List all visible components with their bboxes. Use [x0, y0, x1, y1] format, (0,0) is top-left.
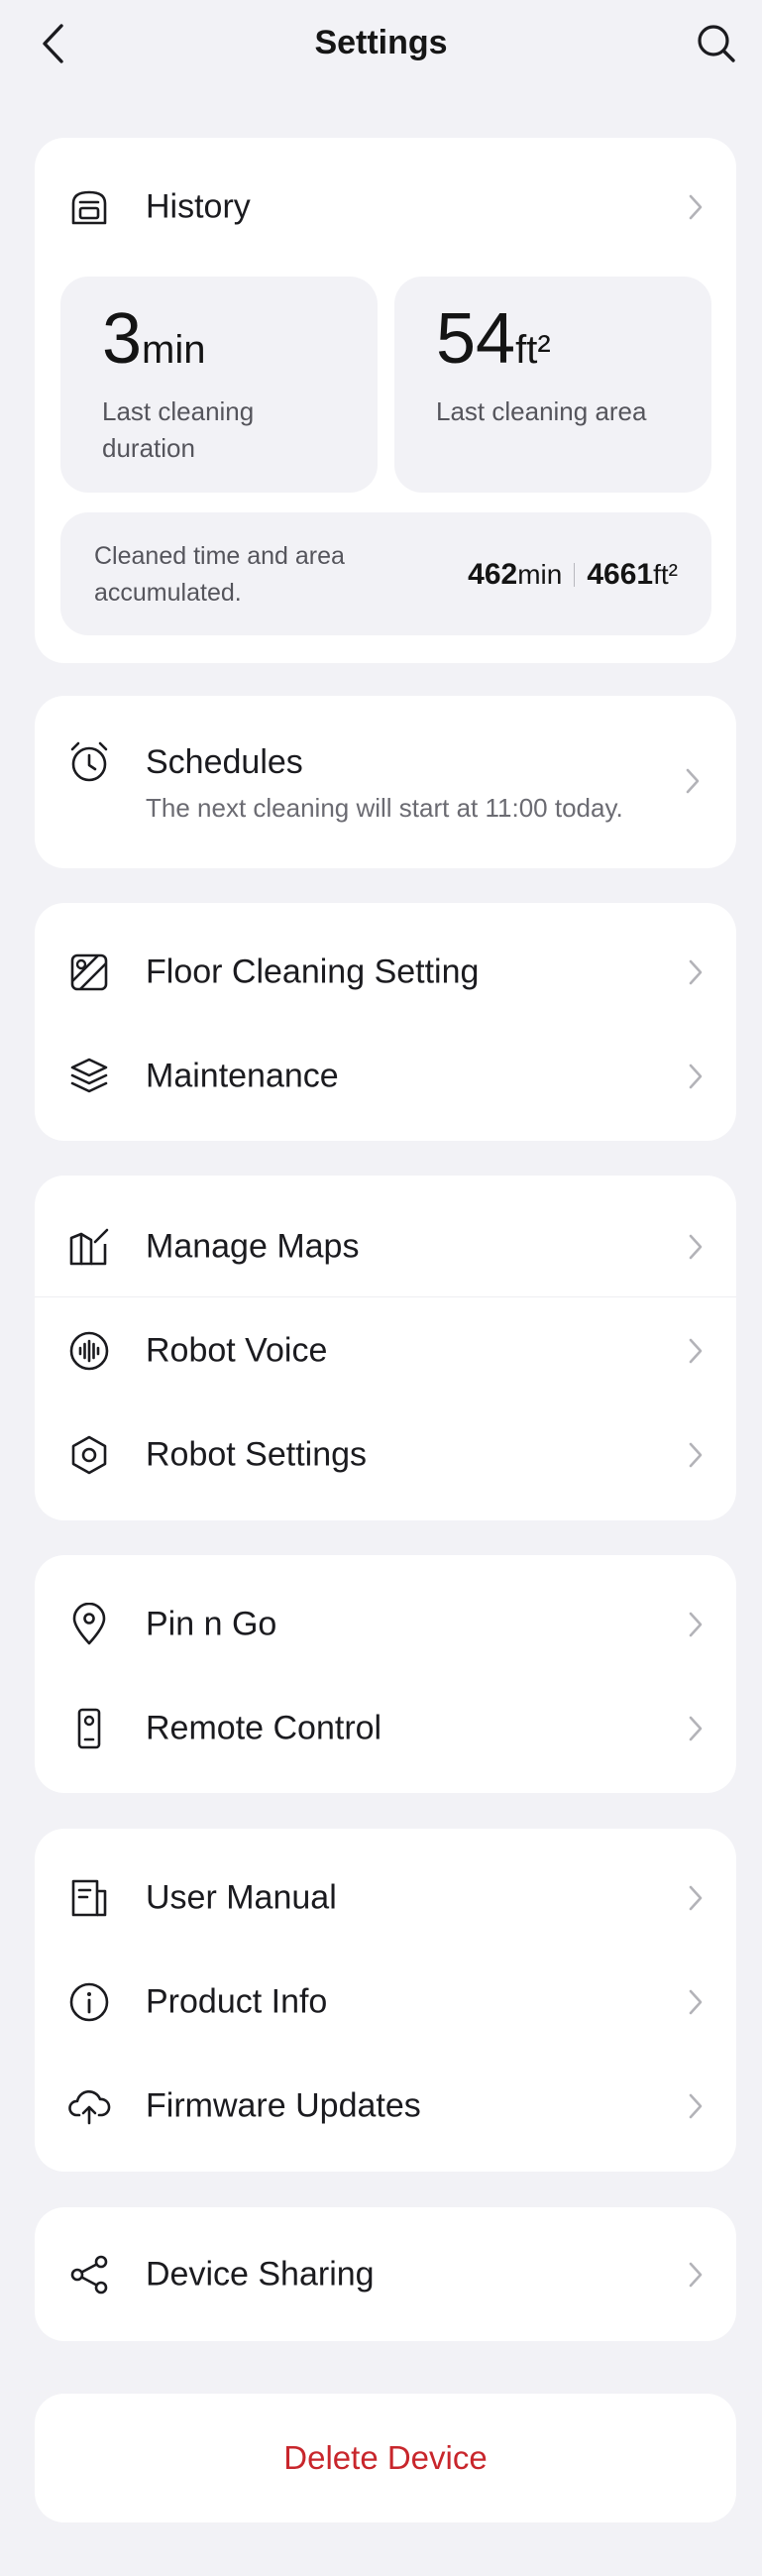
- manage-maps-row[interactable]: Manage Maps: [35, 1197, 736, 1296]
- pin-n-go-label: Pin n Go: [146, 1605, 277, 1643]
- last-duration-label: Last cleaning duration: [102, 396, 255, 463]
- location-pin-icon: [66, 1602, 112, 1647]
- robot-voice-label: Robot Voice: [146, 1331, 328, 1370]
- product-info-label: Product Info: [146, 1982, 328, 2021]
- last-duration-tile[interactable]: 3min Last cleaning duration: [60, 277, 378, 493]
- last-area-value: 54ft²: [436, 299, 551, 379]
- chevron-right-icon: [685, 1440, 707, 1470]
- hex-gear-icon: [66, 1432, 112, 1478]
- chevron-right-icon: [685, 1336, 707, 1366]
- last-duration-value: 3min: [102, 299, 206, 379]
- floor-cleaning-row[interactable]: Floor Cleaning Setting: [35, 923, 736, 1022]
- divider: [35, 1296, 736, 1297]
- schedules-subtitle: The next cleaning will start at 11:00 to…: [146, 793, 623, 823]
- chevron-right-icon: [685, 192, 707, 222]
- chevron-right-icon: [685, 1062, 707, 1091]
- share-icon: [66, 2252, 112, 2297]
- user-manual-label: User Manual: [146, 1878, 337, 1917]
- device-sharing-row[interactable]: Device Sharing: [35, 2225, 736, 2324]
- chevron-right-icon: [685, 2260, 707, 2290]
- map-edit-icon: [66, 1224, 112, 1270]
- floor-cleaning-icon: [66, 950, 112, 995]
- remote-icon: [66, 1706, 112, 1751]
- accumulated-tile[interactable]: Cleaned time and area accumulated. 462mi…: [60, 512, 711, 635]
- top-bar: Settings: [0, 0, 762, 89]
- search-icon: [698, 25, 735, 62]
- chevron-right-icon: [685, 1610, 707, 1639]
- chevron-right-icon: [685, 2091, 707, 2121]
- chevron-right-icon: [685, 1987, 707, 2017]
- delete-device-button[interactable]: Delete Device: [35, 2394, 736, 2522]
- cloud-upload-icon: [66, 2083, 112, 2129]
- control-card: Pin n Go Remote Control: [35, 1555, 736, 1793]
- remote-control-row[interactable]: Remote Control: [35, 1679, 736, 1778]
- info-card: User Manual Product Info Firmware Update…: [35, 1829, 736, 2172]
- chevron-right-icon: [685, 1232, 707, 1262]
- pin-n-go-row[interactable]: Pin n Go: [35, 1575, 736, 1674]
- schedules-label: Schedules: [146, 743, 303, 781]
- chevron-right-icon: [685, 767, 707, 797]
- cleaning-settings-card: Floor Cleaning Setting Maintenance: [35, 903, 736, 1141]
- history-card: History 3min Last cleaning duration 54ft…: [35, 138, 736, 663]
- maintenance-row[interactable]: Maintenance: [35, 1027, 736, 1126]
- page-title: Settings: [314, 24, 448, 61]
- robot-settings-label: Robot Settings: [146, 1435, 368, 1474]
- chevron-right-icon: [685, 1714, 707, 1743]
- product-info-row[interactable]: Product Info: [35, 1953, 736, 2052]
- history-row[interactable]: History: [35, 158, 736, 257]
- search-button[interactable]: [693, 20, 740, 67]
- layers-icon: [66, 1054, 112, 1099]
- last-area-label: Last cleaning area: [436, 396, 647, 426]
- floor-cleaning-label: Floor Cleaning Setting: [146, 952, 480, 991]
- user-manual-row[interactable]: User Manual: [35, 1848, 736, 1948]
- manual-book-icon: [66, 1875, 112, 1921]
- device-sharing-label: Device Sharing: [146, 2255, 375, 2294]
- firmware-updates-label: Firmware Updates: [146, 2086, 421, 2125]
- chevron-right-icon: [685, 1883, 707, 1913]
- last-area-tile[interactable]: 54ft² Last cleaning area: [394, 277, 711, 493]
- accumulated-label: Cleaned time and area accumulated.: [94, 542, 345, 607]
- delete-device-label: Delete Device: [283, 2439, 488, 2476]
- robot-history-icon: [66, 184, 112, 230]
- robot-settings-row[interactable]: Robot Settings: [35, 1405, 736, 1505]
- accumulated-values: 462min 4661ft²: [468, 558, 678, 591]
- history-label: History: [146, 187, 251, 226]
- info-icon: [66, 1979, 112, 2025]
- firmware-updates-row[interactable]: Firmware Updates: [35, 2057, 736, 2156]
- remote-control-label: Remote Control: [146, 1709, 382, 1747]
- sharing-card: Device Sharing: [35, 2207, 736, 2341]
- alarm-clock-icon: [66, 739, 112, 785]
- chevron-right-icon: [685, 957, 707, 987]
- schedules-card[interactable]: Schedules The next cleaning will start a…: [35, 696, 736, 868]
- manage-maps-label: Manage Maps: [146, 1227, 360, 1266]
- maintenance-label: Maintenance: [146, 1057, 339, 1095]
- robot-voice-row[interactable]: Robot Voice: [35, 1301, 736, 1400]
- robot-settings-card: Manage Maps Robot Voice Robot Settings: [35, 1176, 736, 1520]
- voice-wave-icon: [66, 1328, 112, 1374]
